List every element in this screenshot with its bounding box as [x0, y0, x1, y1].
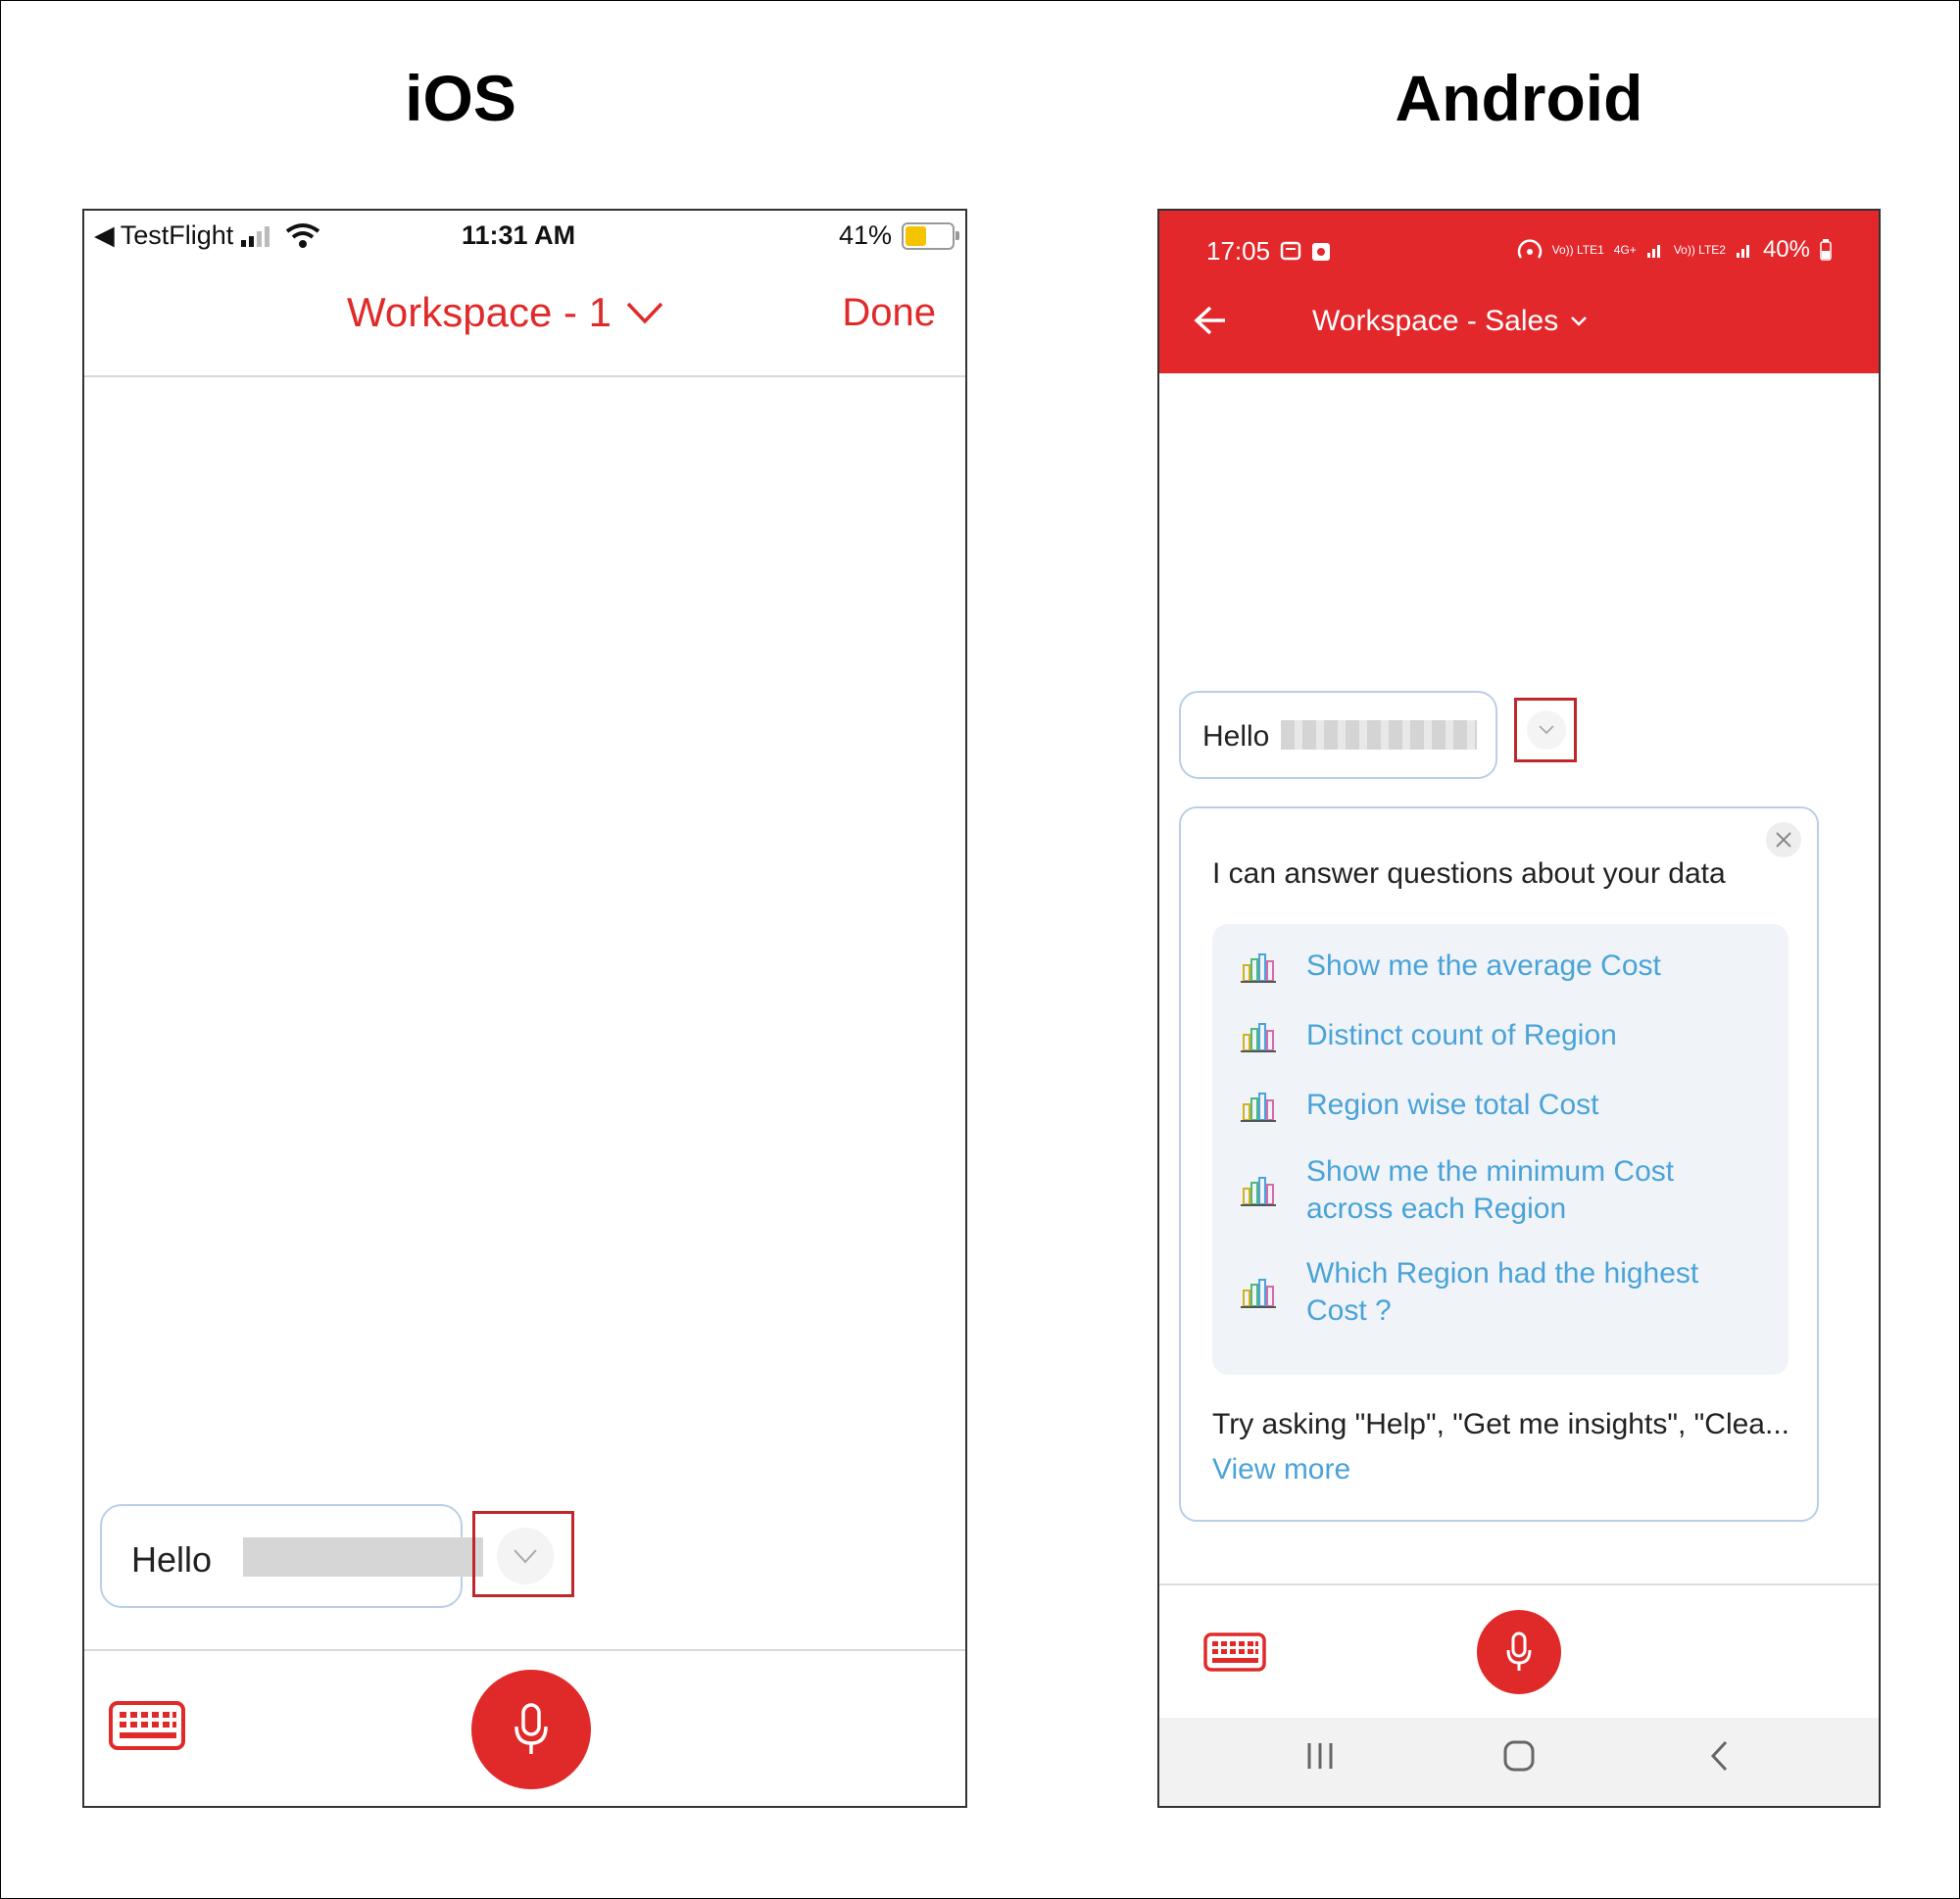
expand-chevron-button[interactable]	[1527, 710, 1566, 750]
recent-apps-icon[interactable]	[1304, 1739, 1336, 1773]
expand-chevron-button[interactable]	[497, 1528, 554, 1584]
microphone-icon	[1506, 1631, 1532, 1671]
android-clock: 17:05	[1206, 236, 1271, 266]
ios-nav-bar: Workspace - 1 Done	[84, 269, 965, 377]
ios-battery-percent: 41%	[839, 220, 893, 250]
chevron-down-icon	[626, 302, 663, 324]
home-icon[interactable]	[1502, 1739, 1536, 1773]
close-button[interactable]	[1766, 822, 1801, 857]
greeting-text: Hello	[131, 1539, 213, 1580]
chevron-down-icon	[514, 1549, 537, 1564]
battery-icon	[1820, 239, 1832, 261]
workspace-selector[interactable]: Workspace - 1	[347, 289, 664, 336]
suggestion-text: Show me the minimum Cost across each Reg…	[1306, 1155, 1675, 1225]
workspace-title: Workspace - Sales	[1312, 305, 1559, 337]
back-app-name[interactable]: TestFlight	[121, 220, 234, 251]
suggestion-list: Show me the average Cost Distinct count …	[1212, 924, 1788, 1375]
chevron-down-icon	[1571, 316, 1588, 326]
suggestion-item[interactable]: Which Region had the highest Cost ?	[1240, 1255, 1728, 1330]
android-label: Android	[1395, 62, 1643, 134]
keyboard-icon[interactable]	[1202, 1631, 1267, 1673]
suggestion-text: Which Region had the highest Cost ?	[1306, 1257, 1699, 1327]
card-title: I can answer questions about your data	[1212, 857, 1726, 890]
suggestion-text: Distinct count of Region	[1306, 1019, 1617, 1051]
suggestion-item[interactable]: Distinct count of Region	[1240, 1017, 1728, 1054]
suggestion-item[interactable]: Region wise total Cost	[1240, 1087, 1728, 1124]
highlight-box	[472, 1511, 574, 1597]
divider	[84, 1649, 965, 1651]
chevron-down-icon	[1539, 725, 1554, 735]
microphone-icon	[514, 1703, 548, 1754]
close-icon	[1776, 832, 1791, 848]
hotspot-icon	[1517, 239, 1542, 259]
network-lte2: Vo)) LTE2	[1673, 243, 1726, 257]
microphone-button[interactable]	[471, 1670, 591, 1789]
workspace-selector[interactable]: Workspace - Sales	[1312, 305, 1588, 338]
divider	[1159, 1583, 1879, 1585]
ios-clock: 11:31 AM	[462, 220, 576, 250]
bar-chart-icon	[1241, 953, 1276, 983]
bar-chart-icon	[1241, 1279, 1276, 1308]
redacted-username	[1281, 720, 1477, 750]
try-asking-text: Try asking "Help", "Get me insights", "C…	[1212, 1408, 1789, 1440]
back-arrow-icon[interactable]	[1193, 305, 1228, 336]
network-4g: 4G+	[1613, 243, 1637, 257]
system-back-icon[interactable]	[1708, 1739, 1732, 1773]
bar-chart-icon	[1241, 1093, 1276, 1122]
signal-icon	[1646, 245, 1660, 258]
ios-label: iOS	[405, 62, 516, 134]
back-to-app-icon[interactable]: ◀	[94, 220, 115, 251]
android-status-left: 17:05	[1206, 236, 1331, 267]
network-lte1: Vo)) LTE1	[1551, 243, 1604, 257]
view-more-link[interactable]: View more	[1212, 1453, 1350, 1486]
greeting-text: Hello	[1202, 720, 1270, 753]
suggestion-text: Region wise total Cost	[1306, 1089, 1599, 1121]
greeting-bubble: Hello	[100, 1504, 483, 1608]
suggestion-text: Show me the average Cost	[1306, 950, 1661, 982]
android-battery-percent: 40%	[1762, 236, 1810, 263]
android-screen: 17:05 Vo)) LTE1 4G+ Vo)) LTE2 40% Worksp…	[1157, 209, 1881, 1808]
suggestions-card: I can answer questions about your data S…	[1179, 806, 1819, 1522]
ios-screen: ◀ TestFlight 11:31 AM 41% Workspace - 1	[82, 209, 967, 1808]
signal-icon	[1736, 245, 1749, 258]
wifi-icon	[286, 222, 320, 248]
android-system-nav	[1159, 1718, 1879, 1806]
app-notification-icon	[1312, 242, 1331, 261]
battery-icon	[902, 222, 959, 250]
ios-status-bar: ◀ TestFlight 11:31 AM 41%	[84, 211, 965, 269]
redacted-username	[243, 1537, 483, 1577]
greeting-bubble: Hello	[1179, 691, 1497, 779]
highlight-box	[1514, 698, 1577, 762]
bar-chart-icon	[1241, 1023, 1276, 1052]
suggestion-item[interactable]: Show me the average Cost	[1240, 948, 1728, 985]
workspace-title: Workspace - 1	[347, 289, 612, 335]
cellular-signal-icon	[241, 225, 270, 247]
done-button[interactable]: Done	[842, 291, 936, 335]
notification-icon	[1280, 241, 1301, 260]
battery-fill	[906, 226, 926, 246]
bar-chart-icon	[1241, 1177, 1276, 1206]
android-app-bar: 17:05 Vo)) LTE1 4G+ Vo)) LTE2 40% Worksp…	[1159, 211, 1879, 373]
android-status-right: Vo)) LTE1 4G+ Vo)) LTE2 40%	[1517, 236, 1832, 264]
suggestion-item[interactable]: Show me the minimum Cost across each Reg…	[1240, 1153, 1728, 1228]
keyboard-icon[interactable]	[108, 1700, 186, 1751]
microphone-button[interactable]	[1477, 1610, 1561, 1694]
